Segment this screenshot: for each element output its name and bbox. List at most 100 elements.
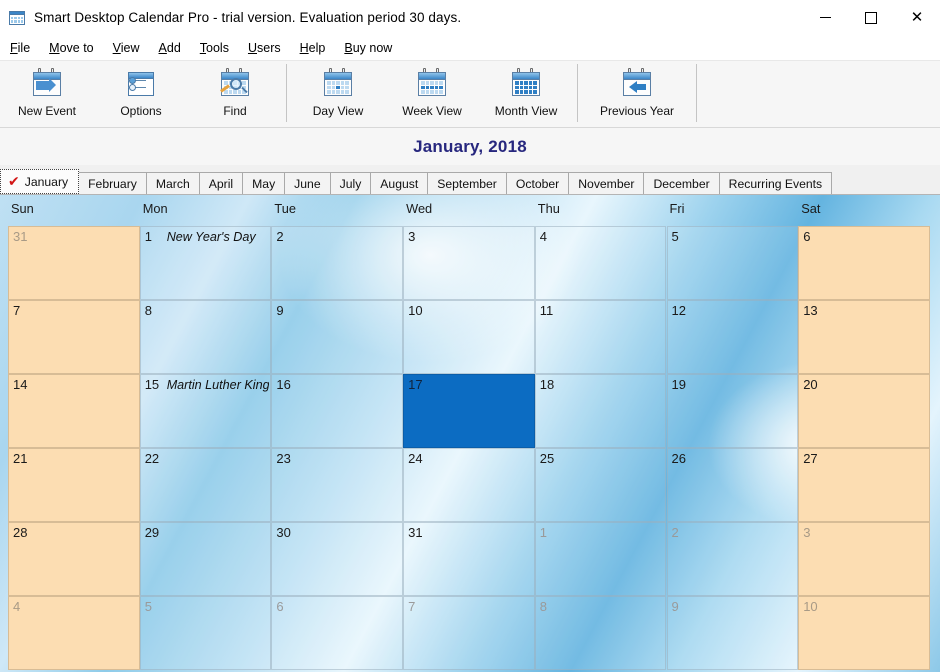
day-cell[interactable]: 30 <box>271 522 404 596</box>
day-cell[interactable]: 5 <box>139 596 272 670</box>
day-view-button[interactable]: Day View <box>291 61 385 125</box>
day-cell[interactable]: 1 New Year's Day <box>139 226 272 300</box>
day-number: 23 <box>276 451 291 466</box>
day-cell[interactable]: 9 <box>666 596 799 670</box>
day-cell[interactable]: 4 <box>534 226 667 300</box>
day-cell[interactable]: 2 <box>271 226 404 300</box>
menu-item-move-to[interactable]: Move to <box>40 38 102 58</box>
day-cell[interactable]: 11 <box>534 300 667 374</box>
day-cell[interactable]: 31 <box>403 522 535 596</box>
day-cell[interactable]: 27 <box>798 448 930 522</box>
menu-item-tools[interactable]: Tools <box>191 38 238 58</box>
menu-item-view[interactable]: View <box>104 38 149 58</box>
day-cell[interactable]: 10 <box>403 300 535 374</box>
day-cell[interactable]: 17 <box>403 374 535 448</box>
day-cell[interactable]: 15 Martin Luther King Day <box>139 374 272 448</box>
day-cell[interactable]: 12 <box>666 300 799 374</box>
options-button[interactable]: Options <box>94 61 188 125</box>
tab-label: December <box>653 176 710 191</box>
day-number: 17 <box>408 377 423 392</box>
day-cell[interactable]: 24 <box>403 448 535 522</box>
month-view-button[interactable]: Month View <box>479 61 573 125</box>
day-cell[interactable]: 18 <box>534 374 667 448</box>
day-cell[interactable]: 2 <box>666 522 799 596</box>
day-cell[interactable]: 21 <box>8 448 140 522</box>
day-cell[interactable]: 3 <box>798 522 930 596</box>
day-cell[interactable]: 22 <box>139 448 272 522</box>
day-cell[interactable]: 10 <box>798 596 930 670</box>
week-view-button[interactable]: Week View <box>385 61 479 125</box>
day-number: 3 <box>408 229 416 244</box>
day-cell[interactable]: 7 <box>403 596 535 670</box>
find-button[interactable]: Find <box>188 61 282 125</box>
menu-item-buy-now[interactable]: Buy now <box>335 38 401 58</box>
day-cell[interactable]: 3 <box>403 226 535 300</box>
tab-label: November <box>578 176 635 191</box>
day-cell[interactable]: 9 <box>271 300 404 374</box>
menu-item-users[interactable]: Users <box>239 38 290 58</box>
day-number: 26 <box>671 451 686 466</box>
week-view-icon <box>415 68 449 98</box>
window-title: Smart Desktop Calendar Pro - trial versi… <box>34 10 462 25</box>
tab-january[interactable]: ✔ January <box>0 169 80 194</box>
tab-may[interactable]: May <box>242 172 286 194</box>
find-label: Find <box>223 104 247 118</box>
day-cell[interactable]: 23 <box>271 448 404 522</box>
maximize-button[interactable] <box>848 0 894 35</box>
day-cell[interactable]: 6 <box>798 226 930 300</box>
day-number: 18 <box>539 377 555 392</box>
day-cell[interactable]: 7 <box>8 300 140 374</box>
menu-item-help[interactable]: Help <box>291 38 335 58</box>
day-cell[interactable]: 28 <box>8 522 140 596</box>
tab-august[interactable]: August <box>370 172 429 194</box>
day-cell[interactable]: 8 <box>139 300 272 374</box>
tab-recurring-events[interactable]: Recurring Events <box>718 172 833 194</box>
toolbar-separator-3 <box>696 64 697 122</box>
tab-bar-filler <box>831 168 940 194</box>
day-number: 5 <box>144 599 152 614</box>
tab-march[interactable]: March <box>145 172 200 194</box>
month-tab-bar: ✔ January February March April May June July Aug… <box>0 165 940 195</box>
day-cell[interactable]: 13 <box>798 300 930 374</box>
menu-item-file[interactable]: File <box>1 38 39 58</box>
day-cell[interactable]: 8 <box>534 596 667 670</box>
new-event-button[interactable]: New Event <box>0 61 94 125</box>
day-number: 14 <box>13 377 28 392</box>
day-cell[interactable]: 19 <box>666 374 799 448</box>
tab-label: January <box>24 174 69 189</box>
toolbar-separator-2 <box>577 64 578 122</box>
day-cell[interactable]: 29 <box>139 522 272 596</box>
day-number: 7 <box>13 303 21 318</box>
close-button[interactable]: ✕ <box>894 0 940 35</box>
tab-april[interactable]: April <box>198 172 244 194</box>
tab-september[interactable]: September <box>427 172 507 194</box>
previous-year-button[interactable]: Previous Year <box>582 61 692 125</box>
day-cell[interactable]: 4 <box>8 596 140 670</box>
tab-december[interactable]: December <box>643 172 720 194</box>
app-icon <box>9 10 25 26</box>
tab-july[interactable]: July <box>329 172 372 194</box>
day-cell[interactable]: 6 <box>271 596 404 670</box>
day-cell[interactable]: 26 <box>666 448 799 522</box>
app-window: Smart Desktop Calendar Pro - trial versi… <box>0 0 940 672</box>
minimize-button[interactable] <box>802 0 848 35</box>
menu-item-add[interactable]: Add <box>150 38 190 58</box>
day-cell[interactable]: 25 <box>534 448 667 522</box>
day-header-sun: Sun <box>11 201 34 216</box>
event-label[interactable]: Martin Luther King Day <box>167 377 270 393</box>
tab-february[interactable]: February <box>78 172 147 194</box>
day-cell[interactable]: 5 <box>666 226 799 300</box>
page-title: January, 2018 <box>413 136 527 156</box>
day-number: 3 <box>803 525 811 540</box>
toolbar-group-navigation: Previous Year <box>582 61 692 125</box>
day-cell[interactable]: 14 <box>8 374 140 448</box>
tab-june[interactable]: June <box>284 172 331 194</box>
event-label[interactable]: New Year's Day <box>167 229 270 245</box>
day-cell[interactable]: 31 <box>8 226 140 300</box>
day-number: 31 <box>408 525 423 540</box>
day-cell[interactable]: 16 <box>271 374 404 448</box>
day-cell[interactable]: 20 <box>798 374 930 448</box>
tab-november[interactable]: November <box>568 172 645 194</box>
day-cell[interactable]: 1 <box>534 522 667 596</box>
tab-october[interactable]: October <box>505 172 570 194</box>
